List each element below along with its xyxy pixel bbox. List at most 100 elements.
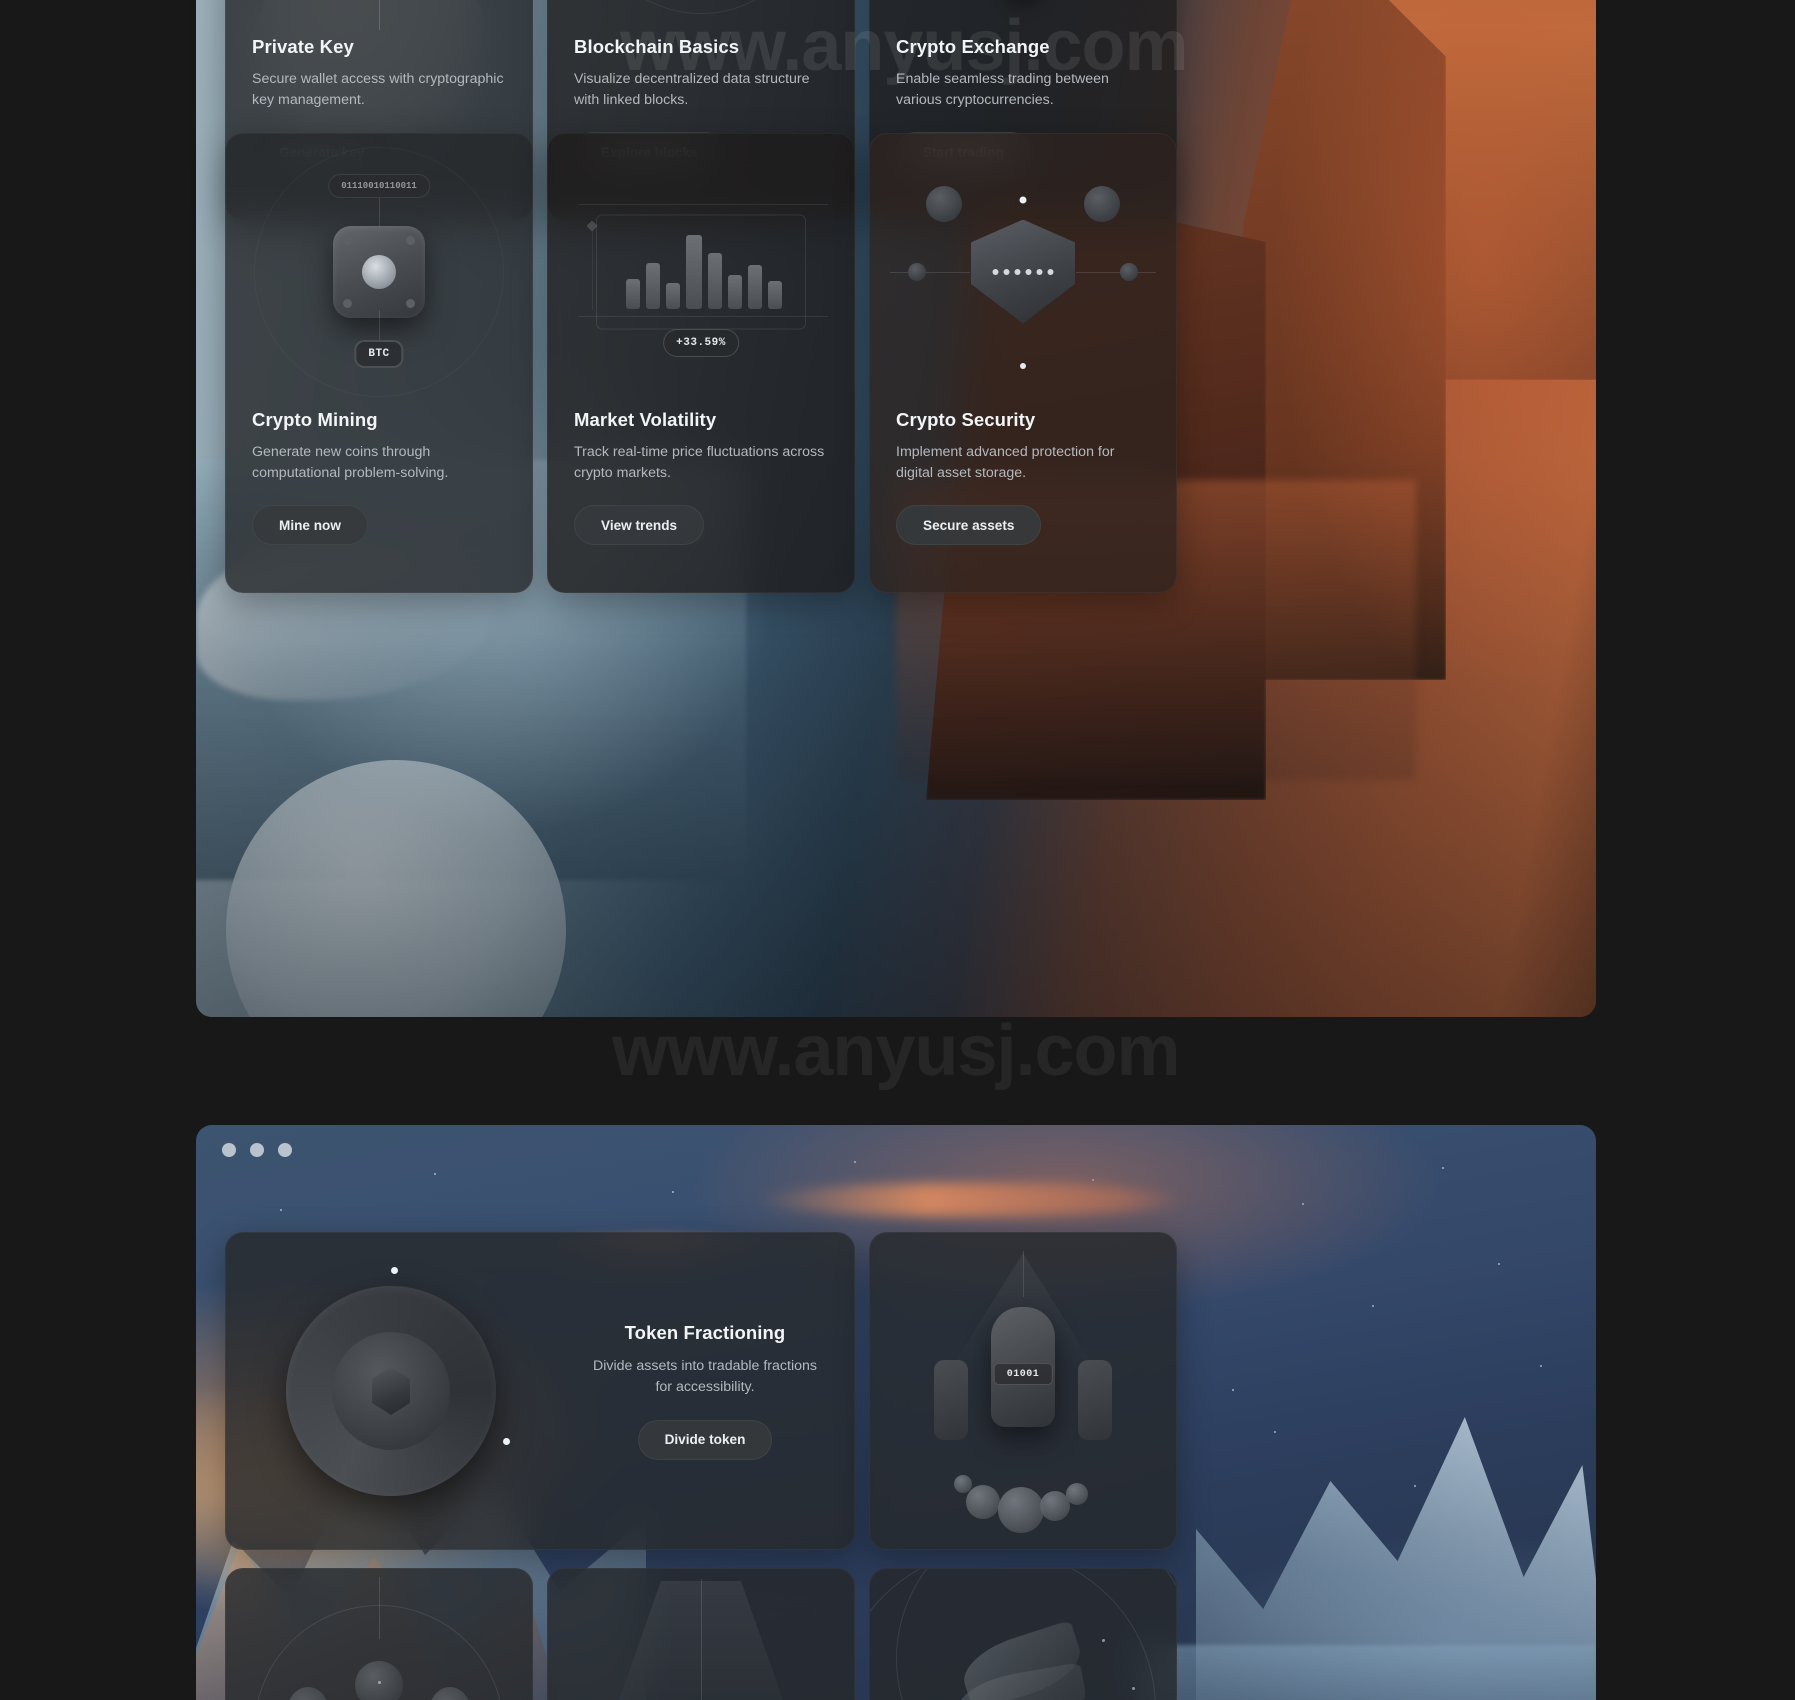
volatility-bar-7 bbox=[748, 265, 762, 309]
connector-line-right bbox=[1076, 271, 1156, 273]
y-axis-line bbox=[592, 230, 593, 310]
card-description: Enable seamless trading between various … bbox=[896, 71, 1109, 108]
volatility-bar-4 bbox=[686, 235, 702, 309]
mining-illustration: 01110010110011 BTC bbox=[226, 134, 532, 409]
card-token-fractioning[interactable]: Token Fractioning Divide assets into tra… bbox=[225, 1232, 855, 1550]
pin-dot-5 bbox=[1036, 268, 1043, 275]
card-crypto-mining[interactable]: 01110010110011 BTC Crypto Mining Generat… bbox=[225, 133, 533, 593]
connector-line-left bbox=[890, 271, 970, 273]
card-body: Market Volatility Track real-time price … bbox=[548, 409, 854, 546]
card-title: Token Fractioning bbox=[624, 1322, 786, 1344]
grid-line-bottom bbox=[578, 316, 828, 317]
canyon-shape-a bbox=[1316, 0, 1596, 380]
connector-node-right bbox=[1120, 262, 1138, 281]
card-title: Crypto Exchange bbox=[896, 36, 1050, 57]
window-dot-3[interactable] bbox=[278, 1143, 292, 1157]
pin-dot-3 bbox=[1014, 268, 1021, 275]
bubble-4 bbox=[1066, 1483, 1088, 1505]
volatility-illustration: +33.59% bbox=[548, 134, 854, 409]
satellite-wing-left bbox=[934, 1360, 968, 1441]
card-satellite-module[interactable]: 01001 bbox=[869, 1232, 1177, 1550]
card-body: Crypto Security Implement advanced prote… bbox=[870, 409, 1176, 546]
network-orbit-ring bbox=[586, 0, 816, 14]
window-dot-2[interactable] bbox=[250, 1143, 264, 1157]
card-body: Crypto Mining Generate new coins through… bbox=[226, 409, 532, 546]
volatility-bar-5 bbox=[708, 253, 722, 309]
card-description: Visualize decentralized data structure w… bbox=[574, 71, 810, 108]
divide-token-button[interactable]: Divide token bbox=[637, 1419, 773, 1460]
card-title: Crypto Security bbox=[896, 409, 1036, 430]
card-beam-module[interactable] bbox=[547, 1568, 855, 1700]
mining-orbit-ring bbox=[254, 147, 504, 397]
volatility-bar-6 bbox=[728, 275, 742, 309]
dial-tick-bottom bbox=[379, 0, 380, 30]
beam-axis bbox=[701, 1579, 702, 1700]
bubble-5 bbox=[954, 1475, 972, 1493]
screenshot-stage: Private Key Secure wallet access with cr… bbox=[0, 0, 1795, 1700]
satellite-illustration: 01001 bbox=[870, 1233, 1176, 1549]
canyon-shape-b bbox=[1216, 0, 1446, 680]
card-body: Token Fractioning Divide assets into tra… bbox=[556, 1233, 854, 1549]
card-description: Track real-time price fluctuations acros… bbox=[574, 444, 825, 481]
percent-change-badge: +33.59% bbox=[663, 329, 739, 357]
turbine-spark-2 bbox=[1132, 1687, 1135, 1690]
volatility-bar-1 bbox=[626, 279, 640, 309]
card-turbine-arcs[interactable] bbox=[869, 1568, 1177, 1700]
security-orb-right bbox=[1084, 186, 1120, 222]
security-spark-bottom bbox=[1020, 362, 1026, 369]
card-description: Generate new coins through computational… bbox=[252, 444, 449, 481]
token-fractioning-illustration bbox=[226, 1233, 556, 1549]
pin-dots bbox=[992, 268, 1054, 275]
window-dot-1[interactable] bbox=[222, 1143, 236, 1157]
security-illustration bbox=[870, 134, 1176, 409]
private-key-illustration bbox=[226, 0, 532, 36]
window-control-dots[interactable] bbox=[222, 1143, 292, 1157]
card-title: Crypto Mining bbox=[252, 409, 378, 430]
card-market-volatility[interactable]: +33.59% Market Volatility Track real-tim… bbox=[547, 133, 855, 593]
fraction-spark-top bbox=[391, 1267, 398, 1274]
mine-now-button[interactable]: Mine now bbox=[252, 505, 368, 546]
card-orbit-nodes[interactable] bbox=[225, 1568, 533, 1700]
pin-dot-6 bbox=[1047, 268, 1054, 275]
view-trends-button[interactable]: View trends bbox=[574, 505, 705, 546]
card-title: Private Key bbox=[252, 36, 354, 57]
grid-line-top bbox=[578, 204, 828, 205]
satellite-wing-right bbox=[1078, 1360, 1112, 1441]
card-title: Blockchain Basics bbox=[574, 36, 740, 57]
partial-card-row bbox=[225, 1568, 1177, 1700]
card-description: Secure wallet access with cryptographic … bbox=[252, 71, 504, 108]
pin-dot-4 bbox=[1025, 268, 1032, 275]
watermark-middle: www.anyusj.com bbox=[612, 1011, 1180, 1091]
water-surface bbox=[1136, 1645, 1596, 1700]
connector-node-left bbox=[908, 262, 926, 281]
turbine-spark-1 bbox=[1102, 1639, 1105, 1642]
security-orb-left bbox=[926, 186, 962, 222]
fraction-spark-right bbox=[503, 1438, 510, 1445]
card-title: Market Volatility bbox=[574, 409, 717, 430]
orbit-spark bbox=[378, 1681, 381, 1684]
pin-dot-1 bbox=[992, 268, 999, 275]
card-description: Implement advanced protection for digita… bbox=[896, 444, 1115, 481]
feature-card-grid-row2: 01110010110011 BTC Crypto Mining Generat… bbox=[225, 133, 1177, 593]
bubble-1 bbox=[966, 1485, 1000, 1519]
volatility-bar-2 bbox=[646, 263, 660, 309]
volatility-bar-3 bbox=[666, 283, 680, 309]
cloud-streak-a bbox=[756, 1183, 1186, 1217]
exchange-illustration: ◆ $ bbox=[870, 0, 1176, 36]
card-crypto-security[interactable]: Crypto Security Implement advanced prote… bbox=[869, 133, 1177, 593]
antenna-line bbox=[1023, 1251, 1024, 1297]
blockchain-illustration bbox=[548, 0, 854, 36]
volatility-bar-8 bbox=[768, 281, 782, 309]
secure-assets-button[interactable]: Secure assets bbox=[896, 505, 1042, 546]
token-card-row: Token Fractioning Divide assets into tra… bbox=[225, 1232, 1177, 1550]
mountain-range-right bbox=[1196, 1417, 1596, 1700]
binary-readout-badge: 01001 bbox=[993, 1363, 1053, 1385]
card-description: Divide assets into tradable fractions fo… bbox=[593, 1358, 817, 1395]
orbit-stem bbox=[379, 1577, 380, 1639]
token-fractioning-panel: Token Fractioning Divide assets into tra… bbox=[196, 1125, 1596, 1700]
token-card-layout: Token Fractioning Divide assets into tra… bbox=[226, 1233, 854, 1549]
bubble-2 bbox=[998, 1487, 1044, 1533]
pin-dot-2 bbox=[1003, 268, 1010, 275]
moon-lower bbox=[226, 760, 566, 1017]
security-spark-top bbox=[1019, 196, 1027, 203]
